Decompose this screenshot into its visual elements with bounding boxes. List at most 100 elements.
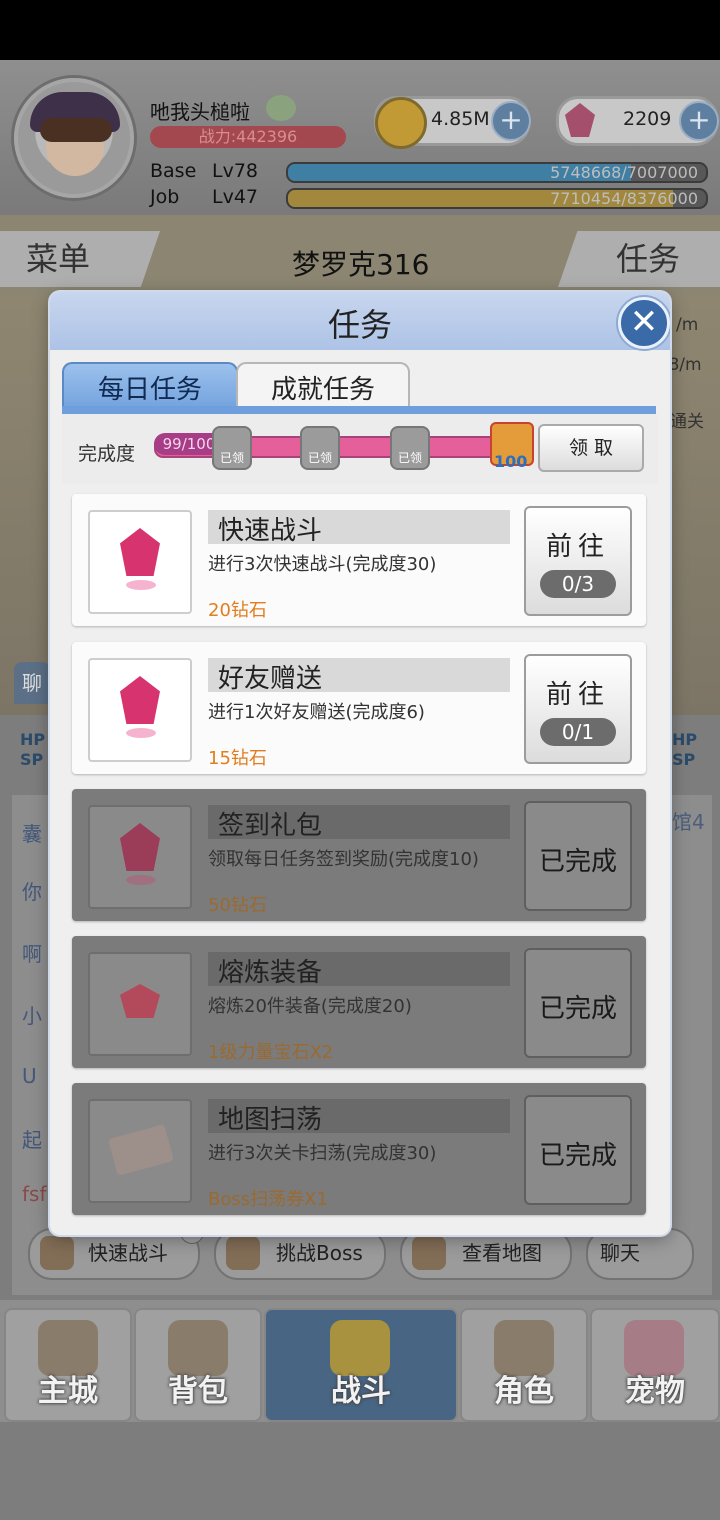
- map-label: 查看地图: [462, 1241, 542, 1265]
- gem-icon: [565, 103, 595, 137]
- nav-label: 战斗: [331, 1374, 391, 1409]
- task-item: 好友赠送 进行1次好友赠送(完成度6) 15钻石 前往 0/1: [72, 642, 646, 774]
- map-name: 梦罗克316: [292, 248, 430, 281]
- task-name: 地图扫荡: [218, 1105, 323, 1135]
- gem-shadow: [126, 875, 156, 885]
- gem-icon: [120, 528, 160, 576]
- fast-battle-button[interactable]: 快速战斗 3: [28, 1220, 204, 1280]
- avatar[interactable]: [14, 78, 134, 198]
- challenge-boss-button[interactable]: 挑战Boss: [214, 1228, 386, 1280]
- task-item: 熔炼装备 熔炼20件装备(完成度20) 1级力量宝石X2 已完成: [72, 936, 646, 1068]
- task-description: 进行3次关卡扫荡(完成度30): [208, 1143, 437, 1164]
- chat-line: 起: [22, 1128, 42, 1152]
- milestone-chest-icon[interactable]: 已领: [390, 426, 430, 470]
- nav-label: 宠物: [625, 1374, 685, 1409]
- task-reward: 50钻石: [208, 895, 267, 916]
- task-description: 领取每日任务签到奖励(完成度10): [208, 849, 479, 870]
- bottom-nav: 主城 背包 战斗 角色 宠物: [0, 1300, 720, 1422]
- nav-main-city[interactable]: 主城: [4, 1308, 132, 1422]
- red-gem-icon: [120, 984, 160, 1018]
- boss-label: 挑战Boss: [276, 1241, 363, 1265]
- job-level: Lv47: [212, 186, 259, 208]
- nav-pet[interactable]: 宠物: [590, 1308, 720, 1422]
- task-button[interactable]: 任务: [558, 231, 720, 287]
- hp-sp-left: HP SP: [20, 730, 45, 770]
- menu-button[interactable]: 菜单: [0, 231, 160, 287]
- chat-line: 小: [22, 1004, 42, 1028]
- nav-backpack[interactable]: 背包: [134, 1308, 262, 1422]
- chat-line: 你: [22, 880, 42, 904]
- fast-battle-icon: [40, 1236, 74, 1270]
- task-reward: 1级力量宝石X2: [208, 1042, 334, 1063]
- side-text: /m: [676, 315, 699, 335]
- completed-label: 已完成: [538, 847, 617, 877]
- completed-label: 已完成: [538, 1141, 617, 1171]
- tab-underline: [62, 406, 656, 414]
- nav-label: 主城: [38, 1374, 98, 1409]
- completion-progress: 完成度 99/100 已领 已领 已领 100 领 取: [62, 414, 658, 484]
- go-button[interactable]: 前往 0/1: [524, 654, 632, 764]
- task-description: 熔炼20件装备(完成度20): [208, 996, 412, 1017]
- player-name: 吔我头槌啦: [150, 100, 250, 124]
- bottom-area: [0, 1422, 720, 1520]
- go-label: 前往: [545, 532, 610, 562]
- leaf-icon: [266, 95, 296, 121]
- reward-icon-box: [88, 1099, 192, 1203]
- nav-character[interactable]: 角色: [460, 1308, 588, 1422]
- task-count: 0/3: [540, 570, 616, 598]
- base-exp-text: 5748668/7007000: [550, 163, 698, 182]
- status-bar: [0, 0, 720, 60]
- milestone-status: 已领: [219, 451, 244, 465]
- chat-line: 囊: [22, 822, 42, 846]
- gem-shadow: [126, 580, 156, 590]
- task-reward: 15钻石: [208, 748, 267, 769]
- chat-button[interactable]: 聊天: [586, 1228, 694, 1280]
- view-map-button[interactable]: 查看地图: [400, 1228, 572, 1280]
- gem-value: 2209: [623, 108, 672, 130]
- sp-label: SP: [672, 750, 696, 769]
- reward-icon-box: [88, 952, 192, 1056]
- reward-icon-box: [88, 805, 192, 909]
- close-button[interactable]: ✕: [618, 297, 670, 349]
- completed-button: 已完成: [524, 1095, 632, 1205]
- milestone-status: 已领: [397, 451, 422, 465]
- scroll-icon: [412, 1236, 446, 1270]
- task-modal: 任务 ✕ 每日任务 成就任务 完成度 99/100 已领 已领 已领 100 领…: [50, 292, 670, 1235]
- hp-sp-right: HP SP: [672, 730, 697, 770]
- player-header: 吔我头槌啦 战力:442396 Base Lv78 5748668/700700…: [0, 60, 720, 215]
- gem-shadow: [126, 728, 156, 738]
- hair-icon: [40, 118, 112, 142]
- modal-header: 任务: [50, 292, 670, 350]
- claim-button[interactable]: 领 取: [538, 424, 644, 472]
- gem-icon: [120, 676, 160, 724]
- base-exp-bar: 5748668/7007000: [286, 162, 708, 183]
- boss-icon: [226, 1236, 260, 1270]
- task-item: 地图扫荡 进行3次关卡扫荡(完成度30) Boss扫荡券X1 已完成: [72, 1083, 646, 1215]
- milestone-chest-icon[interactable]: 已领: [300, 426, 340, 470]
- go-label: 前往: [545, 680, 610, 710]
- add-coins-button[interactable]: +: [491, 101, 531, 141]
- go-button[interactable]: 前往 0/3: [524, 506, 632, 616]
- nav-label: 角色: [494, 1374, 554, 1409]
- side-text: 馆4: [672, 810, 705, 834]
- base-level: Lv78: [212, 160, 259, 182]
- chat-line: fsf: [22, 1182, 47, 1206]
- task-reward: Boss扫荡券X1: [208, 1189, 328, 1210]
- coin-value: 4.85M: [431, 108, 490, 130]
- nav-label: 背包: [168, 1374, 228, 1409]
- add-gems-button[interactable]: +: [679, 101, 719, 141]
- fast-battle-label: 快速战斗: [88, 1241, 168, 1265]
- modal-title: 任务: [327, 306, 392, 344]
- coin-counter: 4.85M +: [374, 96, 531, 149]
- task-description: 进行3次快速战斗(完成度30): [208, 554, 437, 575]
- milestone-chest-icon[interactable]: 已领: [212, 426, 252, 470]
- gift-milestone-number: 100: [494, 452, 528, 471]
- job-exp-text: 7710454/8376000: [550, 189, 698, 208]
- left-tab[interactable]: 聊: [14, 662, 50, 704]
- task-description: 进行1次好友赠送(完成度6): [208, 702, 425, 723]
- reward-icon-box: [88, 510, 192, 614]
- job-label: Job: [150, 186, 180, 208]
- task-name: 签到礼包: [218, 811, 323, 841]
- nav-battle[interactable]: 战斗: [264, 1308, 458, 1422]
- task-name: 快速战斗: [218, 516, 323, 546]
